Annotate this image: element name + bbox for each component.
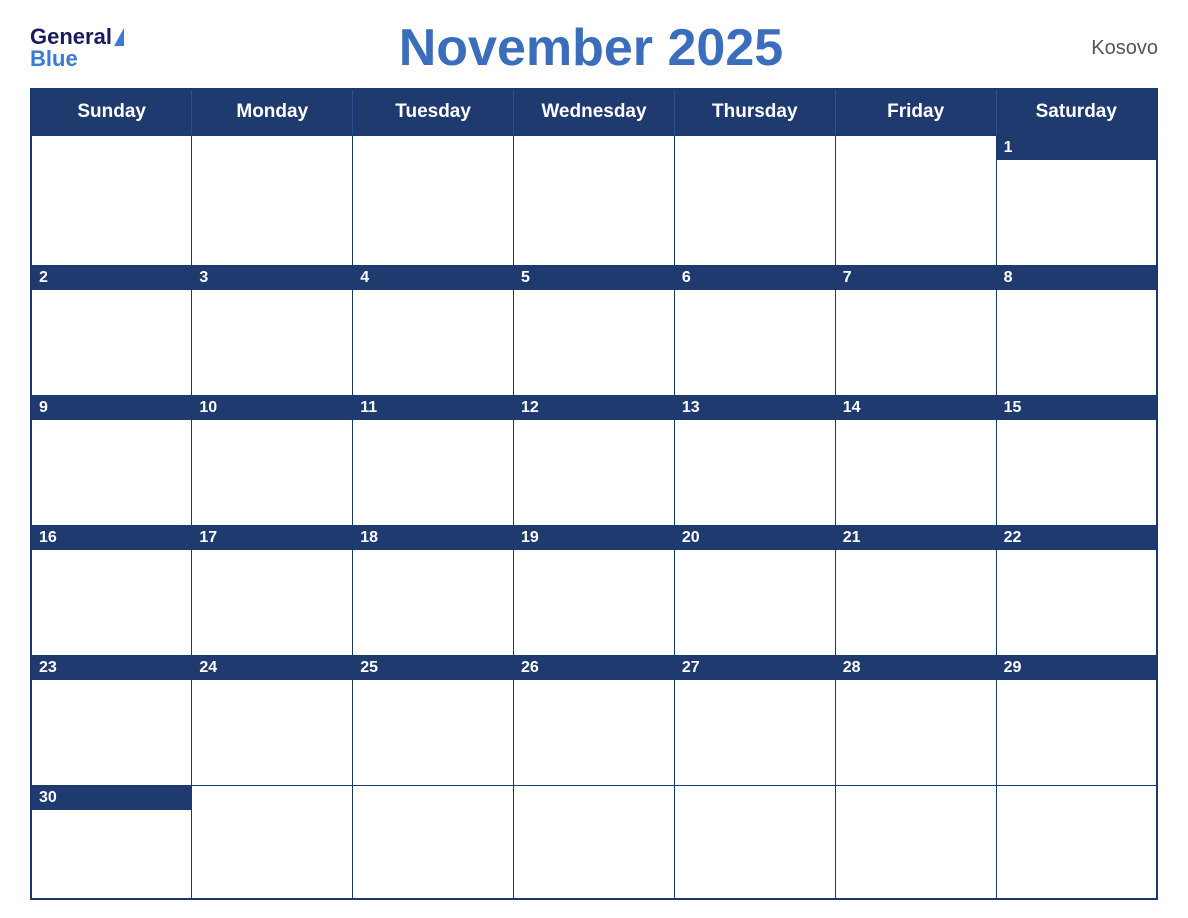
date-number: 17 bbox=[192, 526, 352, 550]
date-number: 8 bbox=[997, 266, 1156, 290]
date-number: 13 bbox=[675, 396, 835, 420]
date-number: 9 bbox=[32, 396, 191, 420]
calendar-cell: 17 bbox=[192, 525, 353, 655]
calendar-cell: 28 bbox=[835, 656, 996, 786]
country-label: Kosovo bbox=[1058, 37, 1158, 60]
calendar-cell bbox=[835, 135, 996, 265]
calendar-cell: 23 bbox=[31, 656, 192, 786]
calendar-cell: 1 bbox=[996, 135, 1157, 265]
date-number: 27 bbox=[675, 656, 835, 680]
calendar-cell: 22 bbox=[996, 525, 1157, 655]
calendar-cell: 27 bbox=[674, 656, 835, 786]
calendar-week-row: 30 bbox=[31, 786, 1157, 899]
calendar-cell bbox=[31, 135, 192, 265]
calendar-cell: 29 bbox=[996, 656, 1157, 786]
col-friday: Friday bbox=[835, 89, 996, 135]
date-number: 28 bbox=[836, 656, 996, 680]
logo-blue-text: Blue bbox=[30, 48, 78, 70]
calendar-cell: 6 bbox=[674, 265, 835, 395]
date-number: 21 bbox=[836, 526, 996, 550]
logo: General Blue bbox=[30, 26, 124, 70]
date-number: 30 bbox=[32, 786, 191, 810]
calendar-cell: 24 bbox=[192, 656, 353, 786]
calendar-cell: 12 bbox=[514, 395, 675, 525]
date-number: 26 bbox=[514, 656, 674, 680]
date-number: 11 bbox=[353, 396, 513, 420]
calendar-cell: 20 bbox=[674, 525, 835, 655]
calendar-cell: 26 bbox=[514, 656, 675, 786]
page-header: General Blue November 2025 Kosovo bbox=[30, 18, 1158, 78]
calendar-cell: 7 bbox=[835, 265, 996, 395]
date-number: 6 bbox=[675, 266, 835, 290]
calendar-cell bbox=[514, 135, 675, 265]
date-number: 10 bbox=[192, 396, 352, 420]
col-saturday: Saturday bbox=[996, 89, 1157, 135]
calendar-cell bbox=[192, 135, 353, 265]
calendar-cell bbox=[674, 786, 835, 899]
date-number: 24 bbox=[192, 656, 352, 680]
calendar-week-row: 2345678 bbox=[31, 265, 1157, 395]
date-number: 15 bbox=[997, 396, 1156, 420]
date-number: 19 bbox=[514, 526, 674, 550]
calendar-cell: 9 bbox=[31, 395, 192, 525]
logo-triangle-icon bbox=[114, 28, 124, 46]
calendar-cell: 2 bbox=[31, 265, 192, 395]
date-number: 7 bbox=[836, 266, 996, 290]
date-number: 16 bbox=[32, 526, 191, 550]
date-number: 4 bbox=[353, 266, 513, 290]
calendar-cell bbox=[674, 135, 835, 265]
date-number: 25 bbox=[353, 656, 513, 680]
calendar-cell bbox=[353, 135, 514, 265]
calendar-cell: 14 bbox=[835, 395, 996, 525]
calendar-cell: 16 bbox=[31, 525, 192, 655]
calendar-cell: 15 bbox=[996, 395, 1157, 525]
page-title: November 2025 bbox=[124, 18, 1058, 78]
date-number: 2 bbox=[32, 266, 191, 290]
calendar-cell: 3 bbox=[192, 265, 353, 395]
date-number: 5 bbox=[514, 266, 674, 290]
col-tuesday: Tuesday bbox=[353, 89, 514, 135]
day-header-row: Sunday Monday Tuesday Wednesday Thursday… bbox=[31, 89, 1157, 135]
col-wednesday: Wednesday bbox=[514, 89, 675, 135]
calendar-cell: 8 bbox=[996, 265, 1157, 395]
date-number: 18 bbox=[353, 526, 513, 550]
col-sunday: Sunday bbox=[31, 89, 192, 135]
calendar-cell: 10 bbox=[192, 395, 353, 525]
calendar-week-row: 16171819202122 bbox=[31, 525, 1157, 655]
calendar-cell bbox=[514, 786, 675, 899]
date-number: 1 bbox=[997, 136, 1156, 160]
calendar-cell: 5 bbox=[514, 265, 675, 395]
calendar-cell bbox=[353, 786, 514, 899]
calendar-cell: 11 bbox=[353, 395, 514, 525]
col-thursday: Thursday bbox=[674, 89, 835, 135]
calendar-week-row: 1 bbox=[31, 135, 1157, 265]
calendar-cell: 18 bbox=[353, 525, 514, 655]
calendar-week-row: 9101112131415 bbox=[31, 395, 1157, 525]
calendar-cell bbox=[996, 786, 1157, 899]
calendar-cell bbox=[192, 786, 353, 899]
date-number: 29 bbox=[997, 656, 1156, 680]
date-number: 12 bbox=[514, 396, 674, 420]
calendar-cell: 25 bbox=[353, 656, 514, 786]
date-number: 14 bbox=[836, 396, 996, 420]
calendar-cell: 30 bbox=[31, 786, 192, 899]
col-monday: Monday bbox=[192, 89, 353, 135]
date-number: 20 bbox=[675, 526, 835, 550]
calendar-cell bbox=[835, 786, 996, 899]
date-number: 3 bbox=[192, 266, 352, 290]
calendar-week-row: 23242526272829 bbox=[31, 656, 1157, 786]
date-number: 23 bbox=[32, 656, 191, 680]
calendar-cell: 13 bbox=[674, 395, 835, 525]
logo-general-text: General bbox=[30, 26, 112, 48]
date-number: 22 bbox=[997, 526, 1156, 550]
calendar-cell: 21 bbox=[835, 525, 996, 655]
calendar-cell: 4 bbox=[353, 265, 514, 395]
calendar-table: Sunday Monday Tuesday Wednesday Thursday… bbox=[30, 88, 1158, 900]
calendar-cell: 19 bbox=[514, 525, 675, 655]
